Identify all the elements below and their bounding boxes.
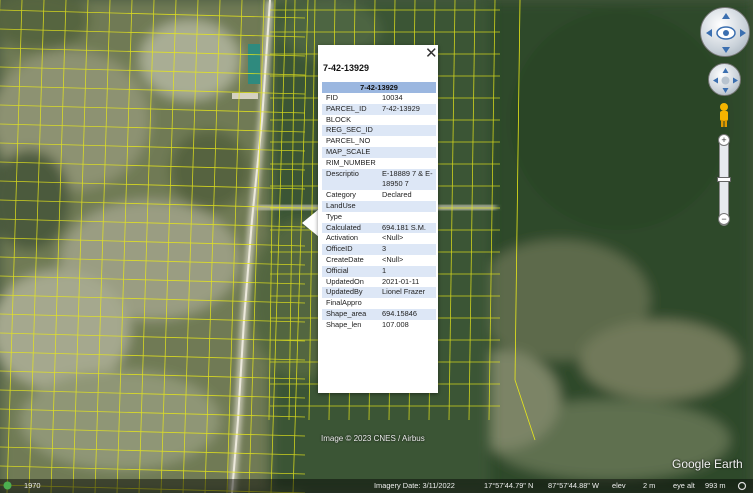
longitude: 87°57'44.88" W (548, 481, 599, 490)
attribute-row: UpdatedOn 2021-01-11 (322, 277, 436, 288)
attribute-key: Type (326, 211, 343, 221)
attribute-key: UpdatedOn (326, 276, 364, 286)
attribute-row: FID 10034 (322, 93, 436, 104)
attribute-row: RIM_NUMBER (322, 158, 436, 169)
circle-indicator-icon (737, 481, 747, 491)
latitude: 17°57'44.79" N (484, 481, 534, 490)
zoom-in-button[interactable]: + (718, 134, 730, 146)
attribute-row: Descriptio E-18889 7 & E-18950 7 (322, 168, 436, 191)
attribute-value: 694.15846 (378, 308, 436, 320)
attribute-key: OfficeID (322, 244, 378, 255)
attribute-row: FinalAppro (322, 298, 436, 309)
attribute-row: Shape_len 107.008 (322, 320, 436, 331)
attribute-row: Activation <Null> (322, 233, 436, 244)
attribute-row: Category Declared (322, 190, 436, 201)
close-icon[interactable]: ✕ (425, 46, 438, 61)
attribute-value (378, 136, 436, 147)
attribute-key: UpdatedBy (322, 287, 378, 299)
attribute-row: OfficeID 3 (322, 244, 436, 255)
attribute-row: Shape_area 694.15846 (322, 308, 436, 320)
history-year: 1970 (24, 481, 41, 490)
attribute-value: 1 (378, 265, 436, 277)
google-earth-logo: Google Earth (672, 457, 743, 471)
attribute-key: LandUse (322, 200, 378, 212)
attribute-value: Declared (382, 190, 412, 200)
eye-alt-label: eye alt (673, 481, 695, 490)
attribute-value: <Null> (382, 233, 404, 243)
popup-title: 7-42-13929 (323, 63, 370, 73)
attribute-value: <Null> (382, 254, 404, 264)
attribute-value: 694.181 S.M. (378, 222, 436, 234)
attribute-key: Shape_len (326, 319, 362, 329)
zoom-out-button[interactable]: − (718, 213, 730, 225)
attribute-row: MAP_SCALE (322, 146, 436, 158)
attribute-value (378, 200, 436, 212)
attribute-value (378, 146, 436, 158)
attribute-row: CreateDate <Null> (322, 255, 436, 266)
attribute-key: MAP_SCALE (322, 146, 378, 158)
eye-icon (706, 13, 746, 53)
attribute-table: 7-42-13929 FID 10034 PARCEL_ID 7-42-13929 BL… (322, 82, 436, 331)
attribute-row: PARCEL_NO (322, 136, 436, 147)
attribute-key: FinalAppro (326, 298, 362, 308)
attribute-row: UpdatedBy Lionel Frazer (322, 287, 436, 299)
eye-alt-value: 993 m (705, 481, 726, 490)
attribute-value: 3 (378, 244, 436, 255)
attribute-value (378, 212, 436, 223)
attribute-key: REG_SEC_ID (322, 125, 378, 137)
attribute-key: CreateDate (326, 254, 364, 264)
move-control[interactable] (708, 63, 741, 96)
attribute-row: Type (322, 212, 436, 223)
imagery-date: Imagery Date: 3/11/2022 (374, 481, 455, 490)
status-bar: 1970 Imagery Date: 3/11/2022 17°57'44.79… (0, 479, 753, 493)
attribute-value (378, 298, 436, 309)
attribute-value: 2021-01-11 (382, 276, 420, 286)
attribute-value (378, 158, 436, 169)
attribute-row: PARCEL_ID 7-42-13929 (322, 103, 436, 115)
pegman-icon[interactable] (717, 102, 731, 128)
attribute-key: BLOCK (326, 114, 352, 124)
attribute-value: 7-42-13929 (378, 103, 436, 115)
streaming-indicator-icon (737, 481, 747, 493)
clock-icon (3, 481, 12, 490)
attribute-key: PARCEL_ID (322, 103, 378, 115)
feature-info-popup: ✕ 7-42-13929 7-42-13929 FID 10034 PARCEL_I… (318, 45, 438, 393)
attribute-key: PARCEL_NO (326, 136, 371, 146)
attribute-key: Activation (326, 233, 359, 243)
attribute-row: Official 1 (322, 265, 436, 277)
attribute-value (378, 125, 436, 137)
attribute-value: 107.008 (382, 319, 409, 329)
attribute-value (378, 115, 436, 126)
zoom-slider-thumb[interactable] (717, 177, 731, 182)
imagery-credit: Image © 2023 CNES / Airbus (321, 434, 425, 443)
attribute-row: Calculated 694.181 S.M. (322, 222, 436, 234)
attribute-value: E-18889 7 & E-18950 7 (378, 168, 436, 191)
look-control[interactable] (700, 7, 750, 57)
historical-imagery-icon[interactable] (3, 481, 12, 492)
attribute-key: Category (326, 190, 356, 200)
attribute-row: BLOCK (322, 115, 436, 126)
attribute-key: Descriptio (322, 168, 378, 191)
attribute-key: Official (322, 265, 378, 277)
attribute-row: REG_SEC_ID (322, 125, 436, 137)
elevation-value: 2 m (643, 481, 656, 490)
attribute-row: LandUse (322, 200, 436, 212)
hand-icon (713, 68, 738, 93)
attribute-key: FID (326, 93, 338, 102)
attribute-value: Lionel Frazer (378, 287, 436, 299)
attribute-key: Calculated (322, 222, 378, 234)
popup-pointer (302, 209, 319, 237)
elevation-label: elev (612, 481, 626, 490)
attribute-value: 10034 (382, 93, 403, 102)
attribute-table-header: 7-42-13929 (322, 82, 436, 93)
attribute-key: RIM_NUMBER (326, 157, 376, 167)
attribute-key: Shape_area (322, 308, 378, 320)
